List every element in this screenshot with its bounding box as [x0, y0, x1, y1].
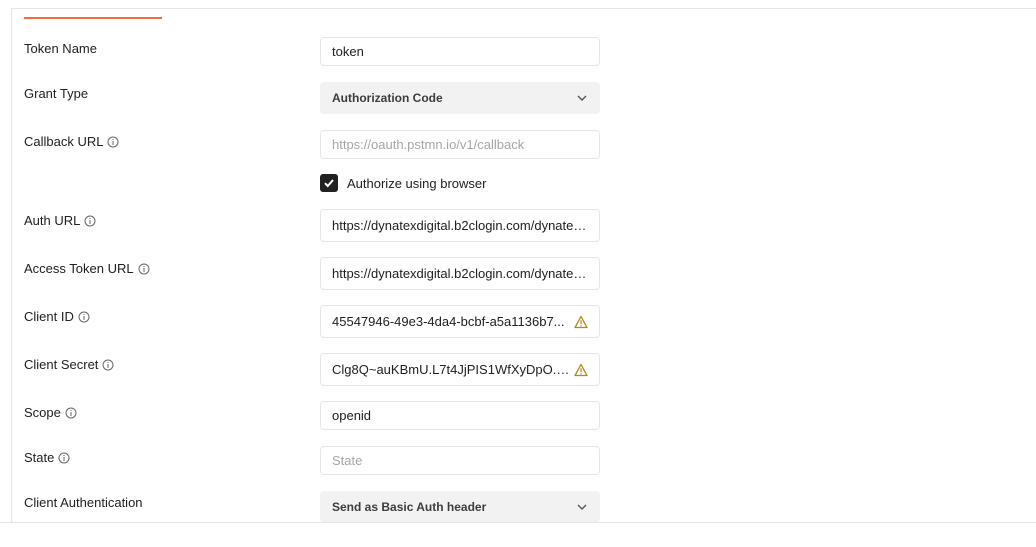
scope-value: openid [332, 408, 372, 423]
scope-input[interactable]: openid [320, 401, 600, 430]
callback-url-label: Callback URL [24, 134, 119, 149]
state-placeholder: State [332, 453, 363, 468]
callback-url-input[interactable]: https://oauth.pstmn.io/v1/callback [320, 130, 600, 159]
info-icon[interactable] [107, 136, 119, 148]
client-secret-label: Client Secret [24, 357, 114, 372]
authorize-browser-checkbox[interactable] [320, 174, 338, 192]
access-token-url-label: Access Token URL [24, 261, 150, 276]
token-name-label-text: Token Name [24, 41, 97, 56]
info-icon[interactable] [65, 407, 77, 419]
scope-label-text: Scope [24, 405, 61, 420]
auth-url-input[interactable]: https://dynatexdigital.b2clogin.com/dyna… [320, 209, 600, 242]
state-label: State [24, 450, 70, 465]
token-name-label: Token Name [24, 41, 97, 56]
authorize-browser-label: Authorize using browser [347, 175, 487, 191]
callback-url-label-text: Callback URL [24, 134, 104, 149]
client-id-label: Client ID [24, 309, 90, 324]
token-name-input[interactable]: token [320, 37, 600, 66]
token-name-value: token [332, 44, 364, 59]
active-tab-indicator [24, 17, 162, 19]
info-icon[interactable] [102, 359, 114, 371]
client-id-value: 45547946-49e3-4da4-bcbf-a5a1136b7... [332, 314, 565, 329]
client-secret-value: Clg8Q~auKBmU.L7t4JjPIS1WfXyDpO.GP... [332, 362, 570, 377]
bottom-divider [0, 522, 1036, 523]
client-authentication-value: Send as Basic Auth header [332, 499, 487, 514]
access-token-url-value: https://dynatexdigital.b2clogin.com/dyna… [332, 266, 588, 281]
client-authentication-label: Client Authentication [24, 495, 143, 510]
client-id-label-text: Client ID [24, 309, 74, 324]
top-divider [11, 8, 1036, 9]
state-label-text: State [24, 450, 55, 465]
info-icon[interactable] [84, 215, 96, 227]
access-token-url-label-text: Access Token URL [24, 261, 134, 276]
scope-label: Scope [24, 405, 77, 420]
client-id-input[interactable]: 45547946-49e3-4da4-bcbf-a5a1136b7... [320, 305, 600, 338]
left-divider [11, 9, 12, 522]
client-secret-label-text: Client Secret [24, 357, 99, 372]
callback-url-placeholder: https://oauth.pstmn.io/v1/callback [332, 137, 525, 152]
grant-type-select[interactable]: Authorization Code [320, 82, 600, 114]
auth-url-label-text: Auth URL [24, 213, 81, 228]
warning-icon[interactable] [574, 363, 588, 377]
authorize-browser-row: Authorize using browser [320, 174, 486, 192]
checkmark-icon [324, 179, 334, 188]
info-icon[interactable] [138, 263, 150, 275]
info-icon[interactable] [78, 311, 90, 323]
access-token-url-input[interactable]: https://dynatexdigital.b2clogin.com/dyna… [320, 257, 600, 290]
auth-url-value: https://dynatexdigital.b2clogin.com/dyna… [332, 218, 588, 233]
info-icon[interactable] [58, 452, 70, 464]
chevron-down-icon [577, 504, 587, 510]
chevron-down-icon [577, 95, 587, 101]
warning-icon[interactable] [574, 315, 588, 329]
grant-type-label: Grant Type [24, 86, 88, 101]
client-authentication-label-text: Client Authentication [24, 495, 143, 510]
client-secret-input[interactable]: Clg8Q~auKBmU.L7t4JjPIS1WfXyDpO.GP... [320, 353, 600, 386]
state-input[interactable]: State [320, 446, 600, 475]
client-authentication-select[interactable]: Send as Basic Auth header [320, 491, 600, 522]
auth-url-label: Auth URL [24, 213, 96, 228]
grant-type-label-text: Grant Type [24, 86, 89, 101]
grant-type-value: Authorization Code [332, 91, 443, 105]
